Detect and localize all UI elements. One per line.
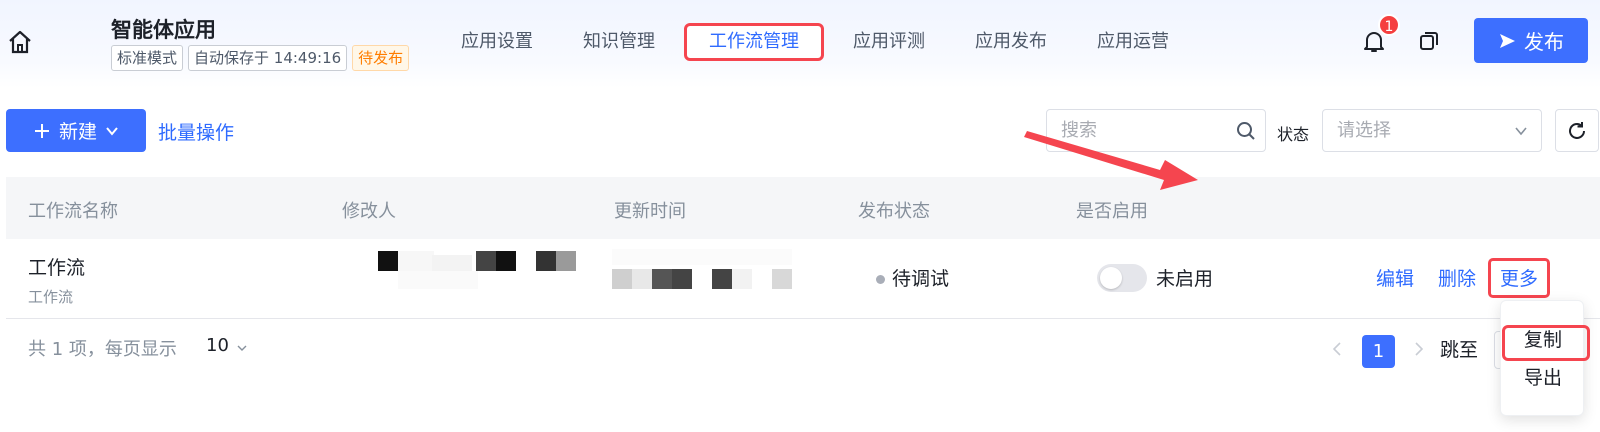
- publish-label: 发布: [1524, 30, 1564, 54]
- page-size-select[interactable]: 10: [206, 335, 229, 356]
- toggle-knob: [1100, 267, 1122, 289]
- column-header-enabled: 是否启用: [1076, 201, 1148, 222]
- window-copy-icon: [1420, 32, 1438, 50]
- app-title: 智能体应用: [111, 18, 216, 42]
- app-tags: 标准模式 自动保存于 14:49:16 待发布: [111, 45, 410, 71]
- search-icon[interactable]: [1236, 121, 1256, 141]
- chevron-down-icon: [106, 126, 118, 136]
- edit-button[interactable]: 编辑: [1376, 264, 1414, 291]
- workflow-description: 工作流: [28, 288, 74, 306]
- column-header-name: 工作流名称: [28, 201, 118, 222]
- pagination-total: 共 1 项，每页显示: [28, 339, 177, 360]
- tab-app-settings[interactable]: 应用设置: [440, 23, 554, 61]
- status-dot: [876, 275, 885, 284]
- publish-status: 待调试: [892, 268, 950, 290]
- refresh-icon: [1569, 121, 1585, 139]
- mode-tag: 标准模式: [111, 45, 184, 71]
- enable-toggle[interactable]: [1097, 264, 1147, 292]
- menu-item-export[interactable]: 导出: [1501, 363, 1585, 390]
- table-header: 工作流名称 修改人 更新时间 发布状态 是否启用: [6, 177, 1600, 239]
- status-filter-label: 状态: [1277, 125, 1310, 144]
- chevron-down-icon: [1515, 127, 1527, 136]
- chevron-right-icon[interactable]: [1410, 341, 1426, 357]
- tab-release[interactable]: 应用发布: [954, 23, 1068, 61]
- page-number-current[interactable]: 1: [1362, 335, 1395, 368]
- batch-operation-link[interactable]: 批量操作: [158, 118, 234, 145]
- new-button[interactable]: 新建: [6, 109, 146, 152]
- delete-button[interactable]: 删除: [1438, 264, 1476, 291]
- home-icon: [9, 30, 31, 54]
- publish-button[interactable]: 发布: [1474, 18, 1588, 63]
- table-row[interactable]: 工作流 工作流 待调试 未启用 编辑 删除 更多: [6, 239, 1600, 319]
- tab-workflow[interactable]: 工作流管理: [684, 23, 824, 61]
- chevron-left-icon[interactable]: [1330, 341, 1346, 357]
- status-tag: 待发布: [352, 45, 410, 71]
- send-icon: [1500, 33, 1515, 48]
- enabled-status-text: 未启用: [1156, 268, 1214, 290]
- tab-bar: 应用设置 知识管理 工作流管理 应用评测 应用发布 应用运营: [440, 22, 1198, 62]
- column-header-updated-time: 更新时间: [614, 201, 686, 222]
- tab-evaluation[interactable]: 应用评测: [832, 23, 946, 61]
- home-button[interactable]: [6, 28, 34, 56]
- column-header-publish-status: 发布状态: [858, 201, 930, 222]
- workflow-name[interactable]: 工作流: [28, 253, 85, 280]
- tab-knowledge[interactable]: 知识管理: [562, 23, 676, 61]
- notification-badge: 1: [1378, 14, 1400, 36]
- status-select[interactable]: 请选择: [1322, 109, 1542, 152]
- tab-operations[interactable]: 应用运营: [1076, 23, 1190, 61]
- search-input[interactable]: 搜索: [1046, 109, 1266, 152]
- new-label: 新建: [58, 121, 97, 143]
- refresh-button[interactable]: [1555, 109, 1599, 152]
- copy-item-highlight: [1502, 325, 1590, 361]
- column-header-modifier: 修改人: [342, 201, 396, 222]
- window-button[interactable]: [1418, 30, 1440, 52]
- app-header: 智能体应用 标准模式 自动保存于 14:49:16 待发布 应用设置 知识管理 …: [0, 0, 1600, 88]
- chevron-down-icon: [237, 345, 247, 351]
- plus-icon: [34, 123, 49, 138]
- autosave-tag: 自动保存于 14:49:16: [188, 45, 348, 71]
- jump-to-label: 跳至: [1440, 339, 1479, 361]
- more-button-highlight: [1488, 258, 1550, 298]
